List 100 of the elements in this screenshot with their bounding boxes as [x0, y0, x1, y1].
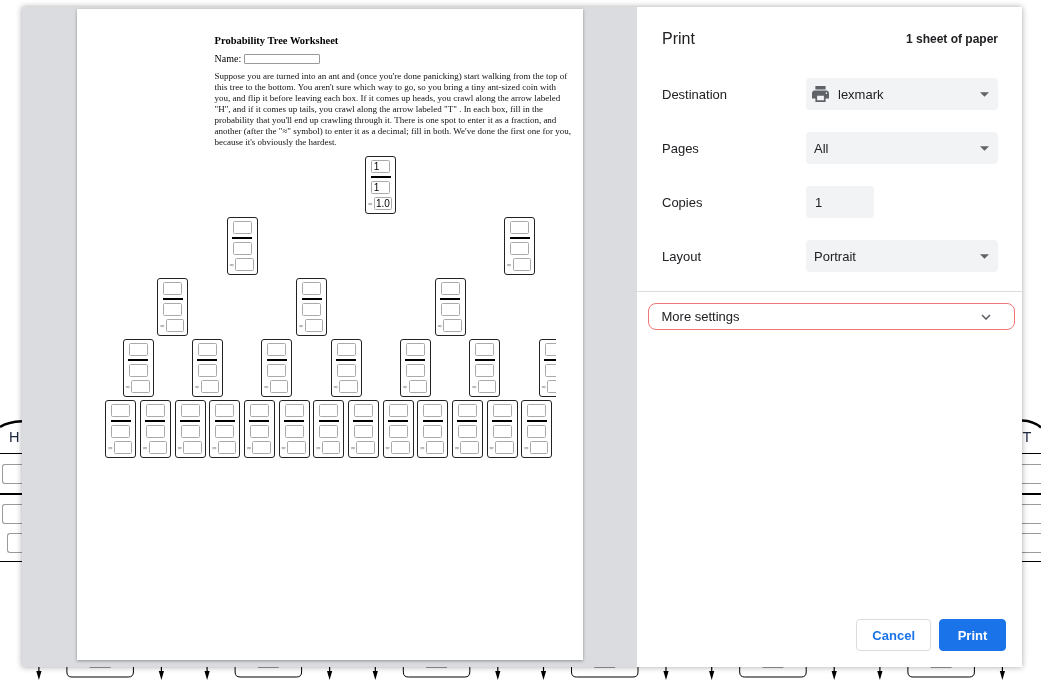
- node-outline: [1022, 419, 1041, 429]
- decimal-field: [477, 380, 497, 393]
- decimal-field: 1.0: [373, 197, 393, 210]
- denominator-field: [510, 242, 530, 255]
- print-button[interactable]: Print: [939, 619, 1006, 651]
- denominator-field: [527, 425, 547, 438]
- down-arrow: [204, 667, 210, 680]
- numerator-field: [319, 404, 339, 417]
- instructions-text: Suppose you are turned into an ant and (once you're done panicking) start walking from the top of this tree to the bottom. You aren't sure which way to go, so you bring a tiny ant-sized coin with you, and flip it before leaving each box. If it comes up heads, you crawl along the arrow labeled "H", and if it comes up tails, you crawl along the arrow labeled "T" . In each box, fill in the probability that you'll end up crawling through it. There is one spot to enter it as a fraction, and another (after the "≈" symbol) to enter it as a decimal; fill in both. We've done the first one for you, because it's obviously the hardest.: [214, 71, 572, 148]
- decimal-field: [391, 441, 410, 454]
- decimal-field: [425, 441, 445, 454]
- decimal-field: [217, 441, 237, 454]
- decimal-field: [443, 319, 462, 332]
- cancel-button[interactable]: Cancel: [856, 619, 931, 651]
- down-arrow: [663, 667, 669, 680]
- setting-label: Copies: [662, 194, 704, 210]
- dialog-title: Print: [662, 30, 695, 48]
- node-outline: [0, 419, 22, 429]
- numerator-field: [128, 343, 148, 356]
- printer-icon: [812, 86, 829, 102]
- dropdown[interactable]: lexmark: [806, 78, 998, 110]
- decimal-field: [148, 441, 167, 454]
- decimal-field: [339, 380, 358, 393]
- numerator-field: [492, 404, 512, 417]
- denominator-field: [475, 364, 495, 377]
- setting-label: Pages: [662, 140, 700, 156]
- down-arrow: [36, 667, 42, 680]
- numerator-field: [146, 404, 165, 417]
- denominator-field: [128, 364, 148, 377]
- more-settings-button[interactable]: More settings: [648, 303, 1015, 330]
- node-outline: [739, 667, 807, 678]
- decimal-field: [252, 441, 271, 454]
- denominator-field: [215, 425, 235, 438]
- decimal-field: [512, 258, 532, 271]
- numerator-field: [527, 404, 547, 417]
- numerator-field: [215, 404, 235, 417]
- denominator-field: [457, 425, 477, 438]
- denominator-field: [232, 242, 252, 255]
- numerator-field: [302, 282, 321, 295]
- decimal-field: [304, 319, 324, 332]
- name-label: Name:: [214, 52, 242, 65]
- down-arrow: [877, 667, 883, 680]
- numerator-field: [232, 221, 252, 234]
- decimal-field: [408, 380, 427, 393]
- decimal-field: [529, 441, 549, 454]
- numerator-field: [423, 404, 443, 417]
- setting-label: Layout: [662, 248, 703, 264]
- denominator-field: [405, 364, 425, 377]
- numerator-field: [284, 404, 304, 417]
- denominator-field: [163, 303, 183, 316]
- node-outline: [234, 667, 303, 678]
- numerator-field: [111, 404, 131, 417]
- numerator-field: [163, 282, 183, 295]
- numerator-field: [405, 343, 425, 356]
- arrow-label: H: [8, 430, 21, 444]
- node-outline: [402, 667, 471, 678]
- numerator-field: [180, 404, 200, 417]
- setting-label: Destination: [662, 86, 729, 102]
- denominator-field: [440, 303, 460, 316]
- denominator-field: 1: [371, 181, 391, 194]
- denominator-field: [249, 425, 269, 438]
- decimal-field: [287, 441, 306, 454]
- numerator-field: [388, 404, 408, 417]
- node-outline: [571, 667, 639, 678]
- numerator-field: [457, 404, 477, 417]
- denominator-field: [198, 364, 217, 377]
- numerator-field: [510, 221, 530, 234]
- decimal-field: [495, 441, 514, 454]
- decimal-field: [356, 441, 375, 454]
- denominator-field: [180, 425, 200, 438]
- decimal-field: [321, 441, 341, 454]
- decimal-field: [131, 380, 150, 393]
- numerator-field: [440, 282, 460, 295]
- sheet-count: 1 sheet of paper: [905, 32, 998, 46]
- denominator-field: [388, 425, 408, 438]
- numerator-field: 1: [371, 160, 391, 173]
- caret-icon: [980, 91, 989, 97]
- dropdown[interactable]: All: [806, 132, 998, 164]
- denominator-field: [284, 425, 304, 438]
- decimal-field: [200, 380, 219, 393]
- numerator-field: [475, 343, 495, 356]
- numerator-field: [336, 343, 356, 356]
- node-outline: [66, 667, 134, 678]
- numerator-field: [353, 404, 373, 417]
- denominator-field: [492, 425, 512, 438]
- numerator-field: [198, 343, 217, 356]
- caret-icon: [980, 253, 989, 259]
- denominator-field: [319, 425, 339, 438]
- denominator-field: [111, 425, 131, 438]
- node-outline: [907, 667, 975, 678]
- decimal-field: [235, 258, 254, 271]
- denominator-field: [353, 425, 373, 438]
- dropdown[interactable]: Portrait: [806, 240, 998, 272]
- denominator-field: [146, 425, 165, 438]
- denominator-field: [267, 364, 287, 377]
- caret-icon: [980, 145, 989, 151]
- decimal-field: [183, 441, 202, 454]
- denominator-field: [336, 364, 356, 377]
- copies-field[interactable]: 1: [806, 186, 874, 218]
- arrow-label: T: [1022, 430, 1033, 444]
